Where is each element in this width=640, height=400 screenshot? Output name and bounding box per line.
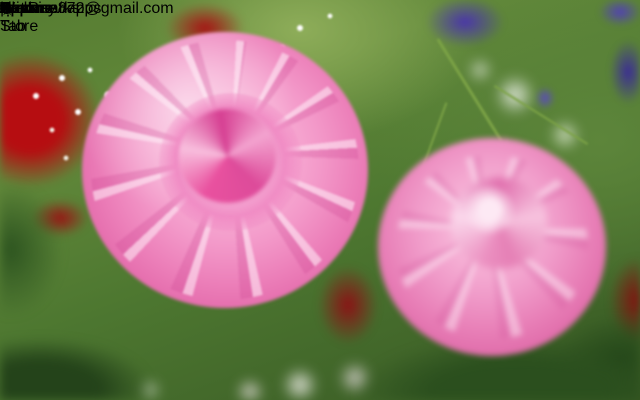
- photo-pink-rose-right: [378, 138, 606, 356]
- web-store-link[interactable]: Web Store: [0, 0, 38, 36]
- background-photo: [0, 0, 640, 400]
- photo-pink-rose-left: [82, 32, 368, 308]
- chrome-theme-preview-window: Apps × New Tab × ErisRay – □ × ← → ↻ Chr…: [0, 0, 640, 400]
